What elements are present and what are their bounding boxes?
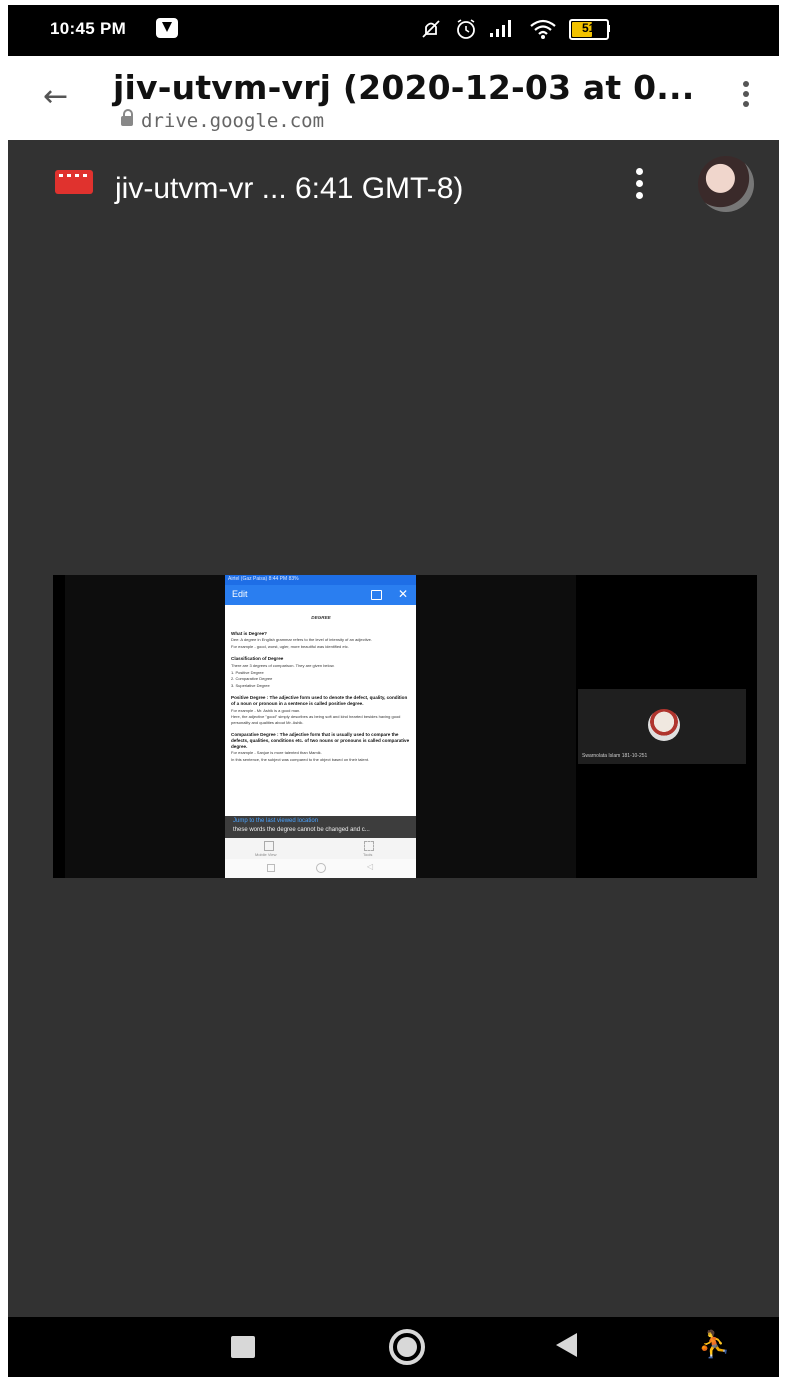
wifi-icon xyxy=(530,19,556,39)
arrow-left-icon[interactable]: ← xyxy=(43,79,68,114)
phone-close-icon: ✕ xyxy=(398,587,409,601)
doc-title: DEGREE xyxy=(311,615,331,620)
doc-line: For example - good, worst, ugler, more b… xyxy=(231,643,349,649)
doc-line: In this sentence, the subject was compar… xyxy=(231,756,370,762)
doc-line: Positive Degree : The adjective form use… xyxy=(231,695,408,706)
doc-line: What is Degree? xyxy=(231,630,267,636)
phone-nav-bar: ◁ xyxy=(225,859,416,878)
doc-line: There are 3 degrees of comparison. They … xyxy=(231,662,335,668)
alarm-icon xyxy=(457,19,475,39)
phone-reflow-icon xyxy=(371,590,382,600)
doc-line: Comparative Degree : The adjective form … xyxy=(231,732,410,749)
mute-icon xyxy=(422,20,440,38)
phone-edit-label: Edit xyxy=(232,589,248,599)
battery-level: 51 xyxy=(582,21,596,35)
status-time: 10:45 PM xyxy=(50,19,127,38)
video-viewer: jiv-utvm-vr ... 6:41 GMT-8) Airtel (Gaz … xyxy=(8,140,779,1317)
battery-icon: 51 xyxy=(569,19,609,40)
square-recents-icon[interactable] xyxy=(231,1336,255,1358)
more-vert-icon[interactable] xyxy=(743,81,749,111)
circle-home-icon[interactable] xyxy=(389,1329,425,1365)
shared-screen: Airtel (Gaz Paisa) 8:44 PM 83% Edit ✕ DE… xyxy=(225,575,416,878)
phone-back-icon: ◁ xyxy=(367,862,374,871)
jump-text: these words the degree cannot be changed… xyxy=(233,827,370,833)
participant-tile: Swarnolata Islam 181-10-251 xyxy=(578,689,746,764)
doc-line: 3. Superlative Degree xyxy=(231,682,270,688)
doc-line: For example - Mr. Ashik is a good man. xyxy=(231,707,301,713)
system-nav-bar: ⛹ xyxy=(8,1317,779,1377)
mobile-view-icon xyxy=(264,841,274,851)
viewer-more-icon[interactable] xyxy=(636,168,643,204)
triangle-back-icon[interactable] xyxy=(556,1333,577,1357)
doc-body: What is Degree? Dee: A degree in English … xyxy=(231,631,411,763)
doc-line: Here, the adjective "good" simply descri… xyxy=(231,714,401,725)
participant-avatar xyxy=(648,709,680,741)
status-bar: 10:45 PM 51 xyxy=(8,5,779,56)
phone-status-bar: Airtel (Gaz Paisa) 8:44 PM 83% xyxy=(225,575,416,585)
browser-title-bar: ← jiv-utvm-vrj (2020-12-03 at 0... drive… xyxy=(8,56,779,140)
phone-document: DEGREE What is Degree? Dee: A degree in E… xyxy=(231,615,411,763)
video-file-icon xyxy=(55,170,93,194)
doc-line: Classification of Degree xyxy=(231,656,284,662)
doc-line: 2. Comparative Degree xyxy=(231,676,273,682)
lock-icon xyxy=(121,109,133,126)
doc-line: 1. Positive Degree xyxy=(231,669,264,675)
tools-label: Tools xyxy=(363,852,373,857)
phone-toolbar: Mobile View Tools xyxy=(225,838,416,859)
phone-home-icon xyxy=(316,863,326,873)
url-text: drive.google.com xyxy=(141,110,325,132)
page-title: jiv-utvm-vrj (2020-12-03 at 0... xyxy=(113,68,695,107)
phone-status-text: Airtel (Gaz Paisa) 8:44 PM 83% xyxy=(228,576,299,582)
phone-jump-banner: Jump to the last viewed location these w… xyxy=(225,816,416,838)
accessibility-icon[interactable]: ⛹ xyxy=(698,1330,730,1360)
app-notification-icon xyxy=(156,18,178,38)
doc-line: Dee: A degree in English grammar refers … xyxy=(231,637,372,643)
signal-icon xyxy=(490,20,511,37)
tools-icon xyxy=(364,841,374,851)
doc-line: For example - Sanjue is more talented th… xyxy=(231,750,322,756)
participant-name: Swarnolata Islam 181-10-251 xyxy=(582,753,648,759)
phone-recents-icon xyxy=(267,864,275,872)
phone-app-bar: Edit ✕ xyxy=(225,585,416,605)
account-avatar[interactable] xyxy=(698,156,754,212)
file-title: jiv-utvm-vr ... 6:41 GMT-8) xyxy=(115,172,464,205)
page-url: drive.google.com xyxy=(121,109,325,132)
mobile-view-label: Mobile View xyxy=(255,852,277,857)
jump-label: Jump to the last viewed location xyxy=(233,818,319,824)
video-player[interactable]: Airtel (Gaz Paisa) 8:44 PM 83% Edit ✕ DE… xyxy=(53,575,757,878)
